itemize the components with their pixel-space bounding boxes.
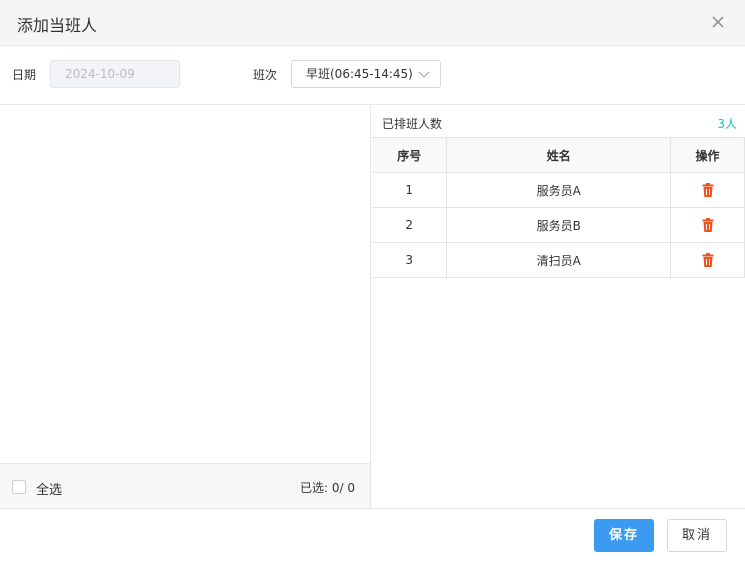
dialog-title: 添加当班人 [17,16,98,35]
save-button[interactable]: 保存 [594,519,654,552]
row-index: 1 [372,172,448,208]
table-row: 1 服务员A [372,172,745,208]
scheduled-count: 3人 [717,117,737,131]
close-icon[interactable] [709,13,727,31]
scheduled-title: 已排班人数 [382,117,443,131]
row-name: 清扫员A [446,242,672,278]
shift-label: 班次 [253,68,278,82]
column-header-index: 序号 [372,137,448,173]
trash-icon[interactable] [702,253,714,268]
row-name: 服务员B [446,207,672,243]
select-all-label[interactable]: 全选 [36,479,62,498]
scheduled-table: 序号 姓名 操作 1 服务员A 2 服务员B 3 清扫员A [372,137,745,278]
chevron-down-icon [418,71,430,78]
row-index: 3 [372,242,448,278]
candidate-footer: 全选 已选: 0/ 0 [0,463,370,508]
row-name: 服务员A [446,172,672,208]
selected-count: 已选: 0/ 0 [300,481,355,495]
date-label: 日期 [12,68,37,82]
row-action [670,172,745,208]
trash-icon[interactable] [702,183,714,198]
table-header-row: 序号 姓名 操作 [372,137,745,173]
row-action [670,242,745,278]
column-header-action: 操作 [670,137,745,173]
table-row: 2 服务员B [372,207,745,243]
candidate-panel: 全选 已选: 0/ 0 [0,106,371,508]
cancel-button[interactable]: 取消 [667,519,727,552]
scheduled-panel: 已排班人数 3人 序号 姓名 操作 1 服务员A 2 服务员B 3 清扫员A [372,106,745,508]
row-index: 2 [372,207,448,243]
column-header-name: 姓名 [446,137,672,173]
filter-bar: 日期 2024-10-09 班次 早班(06:45-14:45) [0,47,745,105]
shift-select-value: 早班(06:45-14:45) [306,67,413,81]
scheduled-header: 已排班人数 3人 [372,106,745,138]
date-field[interactable]: 2024-10-09 [50,60,180,88]
dialog-header: 添加当班人 [0,0,745,46]
select-all-checkbox[interactable] [12,480,26,494]
table-row: 3 清扫员A [372,242,745,278]
row-action [670,207,745,243]
shift-select[interactable]: 早班(06:45-14:45) [291,60,441,88]
trash-icon[interactable] [702,218,714,233]
dialog-footer: 保存 取消 [0,508,745,570]
